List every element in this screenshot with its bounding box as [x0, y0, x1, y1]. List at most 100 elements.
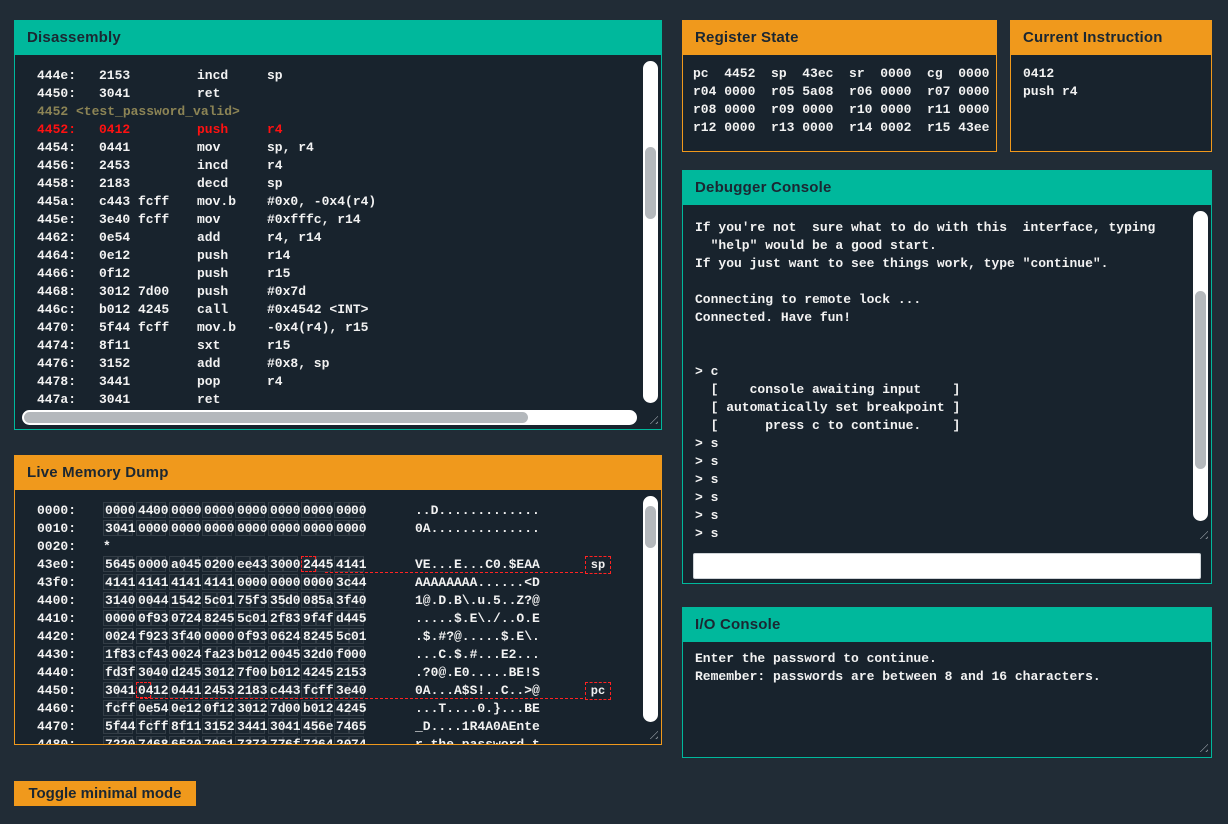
memory-byte[interactable]: 53: [217, 682, 232, 698]
memory-resize-handle[interactable]: [646, 727, 658, 739]
memory-byte[interactable]: 00: [301, 574, 316, 590]
memory-byte[interactable]: 45: [301, 718, 316, 734]
disassembly-vertical-scrollbar[interactable]: [643, 61, 658, 403]
memory-byte[interactable]: d4: [334, 610, 349, 626]
memory-byte[interactable]: 00: [151, 520, 166, 536]
memory-byte[interactable]: 30: [103, 520, 118, 536]
memory-byte[interactable]: ff: [151, 718, 166, 734]
memory-byte[interactable]: 44: [136, 502, 151, 518]
memory-byte[interactable]: 83: [250, 682, 265, 698]
memory-byte[interactable]: 00: [250, 502, 265, 518]
memory-byte[interactable]: 12: [151, 682, 166, 698]
memory-byte[interactable]: 20: [118, 736, 133, 744]
memory-byte[interactable]: 24: [202, 682, 217, 698]
memory-byte[interactable]: 65: [349, 718, 364, 734]
memory-byte[interactable]: 00: [268, 502, 283, 518]
memory-byte[interactable]: 53: [349, 664, 364, 680]
debugger-console-scroll-thumb[interactable]: [1195, 291, 1206, 469]
disassembly-resize-handle[interactable]: [646, 412, 658, 424]
memory-byte[interactable]: 12: [250, 646, 265, 662]
memory-byte[interactable]: 41: [349, 556, 364, 572]
memory-byte[interactable]: 00: [103, 502, 118, 518]
memory-byte[interactable]: 00: [250, 520, 265, 536]
memory-byte[interactable]: 41: [184, 574, 199, 590]
memory-byte[interactable]: 30: [235, 700, 250, 716]
memory-byte[interactable]: 73: [235, 736, 250, 744]
memory-byte[interactable]: 00: [316, 574, 331, 590]
memory-byte[interactable]: 01: [349, 628, 364, 644]
memory-byte[interactable]: 00: [103, 610, 118, 626]
memory-byte[interactable]: b0: [235, 646, 250, 662]
memory-byte[interactable]: 41: [151, 574, 166, 590]
memory-byte[interactable]: 41: [217, 574, 232, 590]
memory-byte[interactable]: 75: [235, 592, 250, 608]
debugger-console-input[interactable]: [693, 553, 1201, 579]
memory-byte[interactable]: 0e: [136, 700, 151, 716]
memory-byte[interactable]: 00: [118, 610, 133, 626]
memory-byte[interactable]: 00: [118, 502, 133, 518]
toggle-minimal-mode-button[interactable]: Toggle minimal mode: [14, 781, 196, 806]
memory-byte[interactable]: 02: [202, 556, 217, 572]
memory-byte[interactable]: 08: [301, 592, 316, 608]
memory-byte[interactable]: 43: [283, 682, 298, 698]
memory-byte[interactable]: 0f: [202, 700, 217, 716]
memory-byte[interactable]: 45: [316, 664, 331, 680]
memory-scroll-thumb[interactable]: [645, 506, 656, 548]
memory-byte[interactable]: 52: [217, 718, 232, 734]
memory-byte[interactable]: 30: [202, 664, 217, 680]
memory-byte[interactable]: 74: [334, 718, 349, 734]
memory-byte[interactable]: 00: [349, 502, 364, 518]
memory-byte[interactable]: 41: [250, 718, 265, 734]
memory-byte[interactable]: 00: [250, 574, 265, 590]
memory-byte[interactable]: 3f: [334, 592, 349, 608]
memory-byte[interactable]: 40: [118, 592, 133, 608]
memory-byte[interactable]: 45: [316, 556, 331, 572]
memory-byte[interactable]: 41: [184, 682, 199, 698]
disassembly-body[interactable]: 444e:2153incdsp4450:3041ret4452 <test_pa…: [15, 55, 661, 429]
memory-byte[interactable]: 30: [136, 664, 151, 680]
memory-byte[interactable]: 5c: [202, 592, 217, 608]
memory-byte[interactable]: 93: [151, 610, 166, 626]
memory-byte[interactable]: 00: [349, 520, 364, 536]
memory-byte[interactable]: 41: [118, 682, 133, 698]
memory-byte[interactable]: c4: [268, 682, 283, 698]
memory-byte[interactable]: 3f: [118, 664, 133, 680]
memory-byte[interactable]: 00: [334, 502, 349, 518]
memory-byte[interactable]: 7d: [268, 700, 283, 716]
memory-byte[interactable]: 00: [283, 502, 298, 518]
memory-byte[interactable]: 5a: [316, 592, 331, 608]
memory-byte[interactable]: 41: [118, 574, 133, 590]
memory-byte[interactable]: 00: [283, 700, 298, 716]
memory-byte[interactable]: 00: [268, 646, 283, 662]
memory-byte[interactable]: 3e: [334, 682, 349, 698]
memory-byte[interactable]: 54: [151, 700, 166, 716]
memory-byte[interactable]: 11: [184, 718, 199, 734]
memory-byte[interactable]: 00: [136, 556, 151, 572]
memory-byte[interactable]: 24: [283, 628, 298, 644]
memory-byte[interactable]: 15: [169, 592, 184, 608]
memory-byte[interactable]: 30: [268, 556, 283, 572]
memory-byte[interactable]: 42: [334, 700, 349, 716]
memory-byte[interactable]: 24: [184, 646, 199, 662]
memory-byte[interactable]: fa: [202, 646, 217, 662]
memory-dump-body[interactable]: 0000:00004400000000000000000000000000..D…: [15, 490, 661, 744]
memory-byte[interactable]: ff: [316, 682, 331, 698]
memory-byte[interactable]: 70: [202, 736, 217, 744]
memory-byte[interactable]: 45: [184, 664, 199, 680]
disassembly-horizontal-scrollbar[interactable]: [22, 410, 637, 425]
memory-byte[interactable]: 56: [103, 556, 118, 572]
memory-vertical-scrollbar[interactable]: [643, 496, 658, 722]
memory-byte[interactable]: 23: [151, 628, 166, 644]
memory-byte[interactable]: 73: [250, 736, 265, 744]
disassembly-scroll-thumb[interactable]: [645, 147, 656, 219]
disassembly-hscroll-thumb[interactable]: [24, 412, 528, 423]
memory-byte[interactable]: 83: [283, 610, 298, 626]
memory-byte[interactable]: 31: [103, 592, 118, 608]
memory-byte[interactable]: d0: [283, 592, 298, 608]
memory-byte[interactable]: d2: [169, 664, 184, 680]
memory-byte[interactable]: 5c: [334, 628, 349, 644]
memory-byte[interactable]: 77: [268, 736, 283, 744]
memory-byte[interactable]: 7f: [235, 664, 250, 680]
memory-byte[interactable]: 45: [118, 556, 133, 572]
memory-byte[interactable]: 41: [136, 574, 151, 590]
